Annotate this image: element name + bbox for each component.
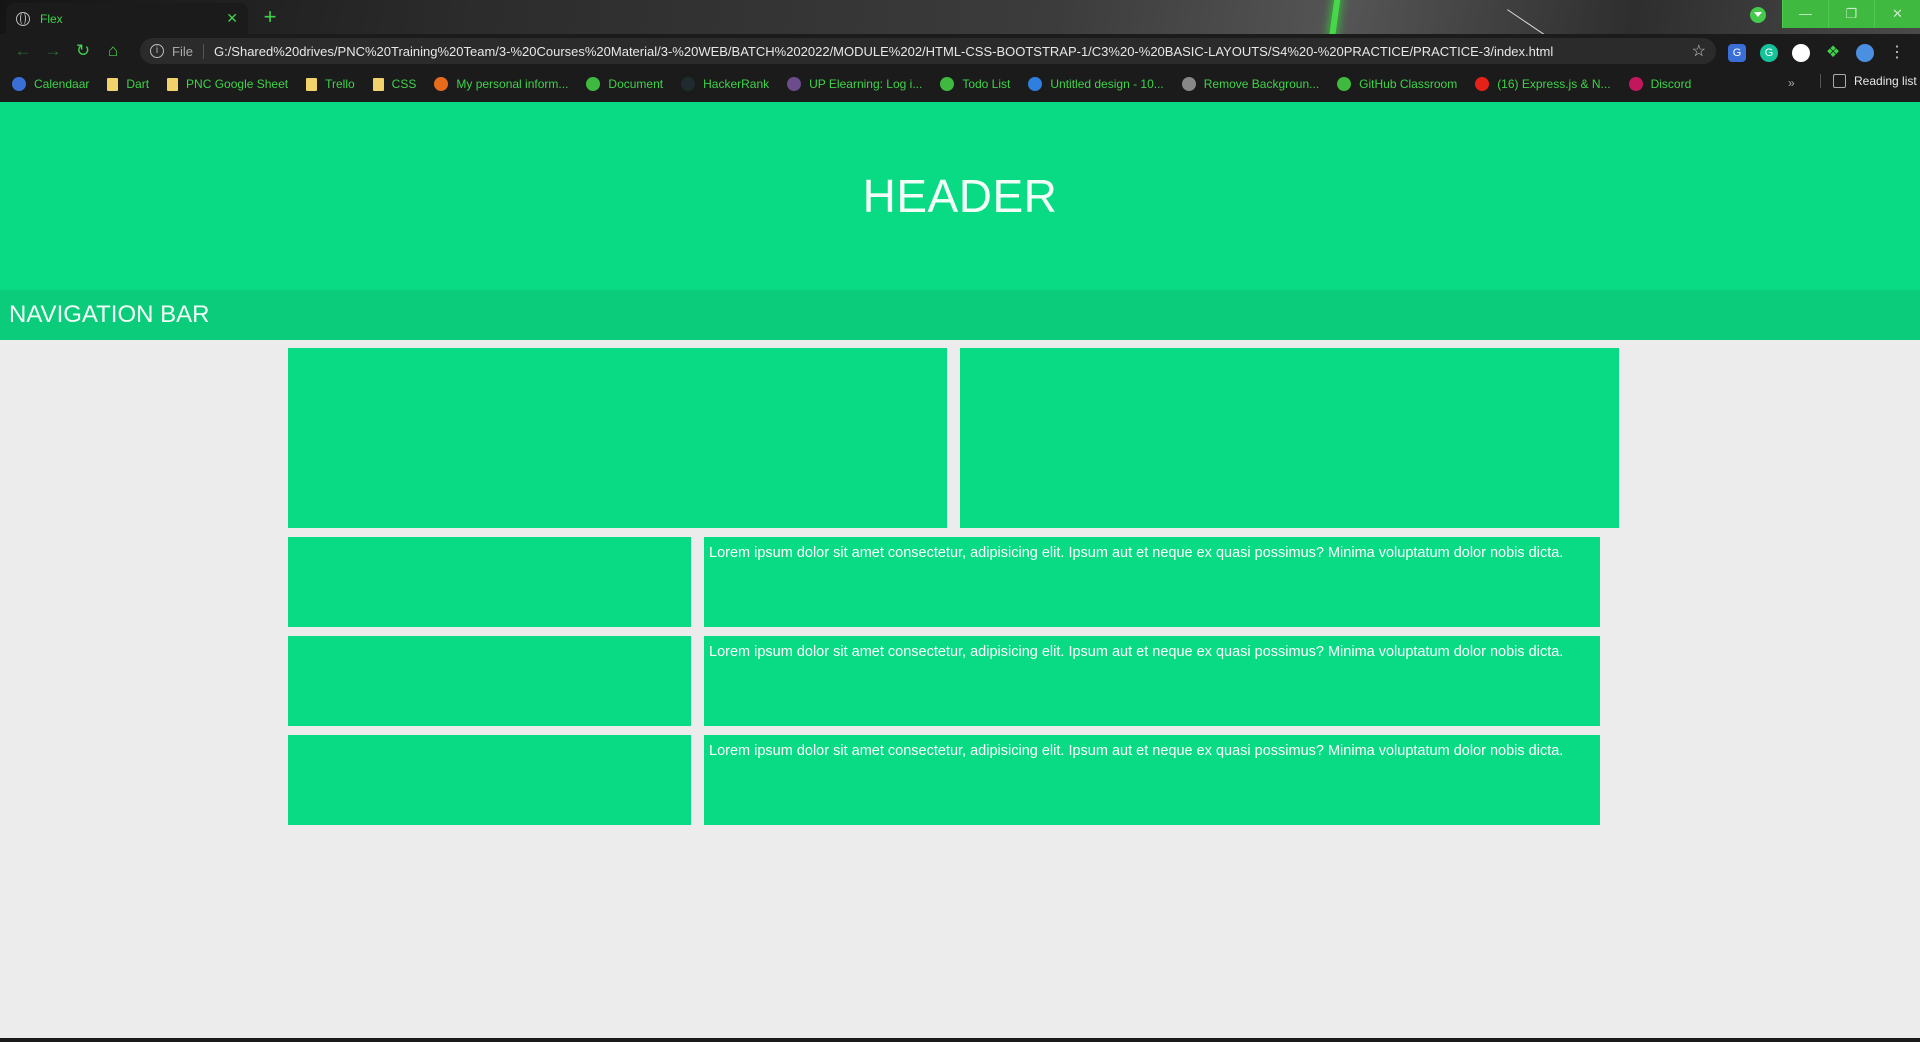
extension-circle-icon[interactable] <box>1792 44 1810 62</box>
grammarly-icon[interactable]: G <box>1760 44 1778 62</box>
bookmark-label: Remove Backgroun... <box>1203 77 1320 91</box>
row-3-left-box <box>288 735 691 825</box>
reading-list-button[interactable]: Reading list <box>1820 74 1917 88</box>
reading-list-label: Reading list <box>1854 74 1917 88</box>
bookmark-label: Calendaar <box>34 77 90 91</box>
bookmark-label: Dart <box>126 77 150 91</box>
layers-icon <box>1181 77 1196 91</box>
shield-icon <box>787 77 802 91</box>
browser-toolbar: ← → ↻ ⌂ i File G:/Shared%20drives/PNC%20… <box>0 34 1920 68</box>
bookmark-item[interactable]: Discord <box>1628 77 1692 91</box>
bookmark-label: (16) Express.js & N... <box>1497 77 1611 91</box>
bookmark-item[interactable]: (16) Express.js & N... <box>1475 77 1611 91</box>
bookmark-star-icon[interactable]: ☆ <box>1692 41 1706 61</box>
new-tab-button[interactable]: + <box>258 6 282 30</box>
folder-icon <box>306 77 318 91</box>
browser-tab[interactable]: Flex ✕ <box>6 3 248 34</box>
reload-icon[interactable]: ↻ <box>68 36 98 66</box>
close-window-button[interactable]: ✕ <box>1874 0 1920 28</box>
forward-arrow-icon[interactable]: → <box>38 36 68 66</box>
canva-icon <box>1028 77 1043 91</box>
row-2-text: Lorem ipsum dolor sit amet consectetur, … <box>709 644 1564 660</box>
bookmark-label: Trello <box>325 77 355 91</box>
folder-icon <box>167 77 179 91</box>
bookmark-item[interactable]: UP Elearning: Log i... <box>787 77 922 91</box>
folder-icon <box>107 77 119 91</box>
bookmark-item[interactable]: Document <box>586 77 663 91</box>
bookmark-item[interactable]: HackerRank <box>681 77 769 91</box>
globe-icon <box>16 11 30 26</box>
back-arrow-icon[interactable]: ← <box>8 36 38 66</box>
page-header: HEADER <box>0 102 1920 290</box>
bookmark-label: Discord <box>1650 77 1692 91</box>
bookmark-item[interactable]: Dart <box>107 77 149 91</box>
tab-title: Flex <box>40 11 63 26</box>
discord-icon <box>1628 77 1643 91</box>
info-icon[interactable]: i <box>150 44 164 58</box>
hackerrank-icon <box>681 77 696 91</box>
tab-search-icon[interactable] <box>1750 7 1766 23</box>
home-icon[interactable]: ⌂ <box>98 36 128 66</box>
row-1-left-box <box>288 537 691 627</box>
close-tab-icon[interactable]: ✕ <box>226 10 238 27</box>
firefox-icon <box>434 77 449 91</box>
header-title: HEADER <box>862 170 1058 222</box>
row-1-text-box: Lorem ipsum dolor sit amet consectetur, … <box>704 537 1600 627</box>
row-2-text-box: Lorem ipsum dolor sit amet consectetur, … <box>704 636 1600 726</box>
address-bar[interactable]: i File G:/Shared%20drives/PNC%20Training… <box>140 38 1716 64</box>
bookmark-label: Untitled design - 10... <box>1050 77 1164 91</box>
folder-icon <box>372 77 384 91</box>
nav-title: NAVIGATION BAR <box>9 301 210 328</box>
bookmark-label: HackerRank <box>703 77 770 91</box>
bookmark-item[interactable]: PNC Google Sheet <box>167 77 288 91</box>
row-3-text: Lorem ipsum dolor sit amet consectetur, … <box>709 743 1564 759</box>
menu-dots-icon[interactable]: ⋮ <box>1888 44 1906 62</box>
bookmark-item[interactable]: Untitled design - 10... <box>1028 77 1164 91</box>
bookmark-label: PNC Google Sheet <box>186 77 289 91</box>
bookmark-item[interactable]: CSS <box>372 77 417 91</box>
globe-icon <box>940 77 955 91</box>
row-1-text: Lorem ipsum dolor sit amet consectetur, … <box>709 545 1564 561</box>
window-controls: — ❐ ✕ <box>1750 0 1920 28</box>
restore-button[interactable]: ❐ <box>1828 0 1874 28</box>
bookmark-label: UP Elearning: Log i... <box>809 77 923 91</box>
avatar[interactable] <box>1856 44 1874 62</box>
bookmark-label: My personal inform... <box>456 77 569 91</box>
theme-decoration <box>1328 0 1342 34</box>
taskbar-edge <box>0 1038 1920 1042</box>
url-scheme: File <box>172 43 204 59</box>
bookmark-label: CSS <box>391 77 417 91</box>
page-content: HEADER NAVIGATION BAR Lorem ipsum dolor … <box>0 102 1920 1038</box>
reading-list-icon <box>1833 74 1846 88</box>
bookmarks-overflow-icon[interactable]: » <box>1788 76 1795 90</box>
bookmark-item[interactable]: Remove Backgroun... <box>1181 77 1320 91</box>
globe-icon <box>586 77 601 91</box>
github-icon <box>1337 77 1352 91</box>
row-2-left-box <box>288 636 691 726</box>
bookmarks-bar: Calendaar Dart PNC Google Sheet Trello CSS My… <box>0 72 1920 96</box>
row-3-text-box: Lorem ipsum dolor sit amet consectetur, … <box>704 735 1600 825</box>
tab-strip: Flex ✕ + — ❐ ✕ <box>0 0 1920 34</box>
bookmark-item[interactable]: My personal inform... <box>434 77 568 91</box>
youtube-icon <box>1475 77 1490 91</box>
navigation-bar: NAVIGATION BAR <box>0 290 1920 340</box>
calendar-icon <box>12 77 26 91</box>
puzzle-extensions-icon[interactable]: ❖ <box>1824 44 1842 62</box>
bookmark-label: GitHub Classroom <box>1359 77 1458 91</box>
bookmark-label: Todo List <box>962 77 1011 91</box>
bookmark-item[interactable]: Trello <box>306 77 355 91</box>
top-box-left <box>288 348 947 528</box>
bookmark-label: Document <box>608 77 664 91</box>
translate-icon[interactable]: G <box>1728 44 1746 62</box>
minimize-button[interactable]: — <box>1782 0 1828 28</box>
theme-decoration <box>1507 9 1574 34</box>
bookmark-item[interactable]: Calendaar <box>12 77 89 91</box>
url-text[interactable]: G:/Shared%20drives/PNC%20Training%20Team… <box>214 44 1692 59</box>
top-box-right <box>960 348 1619 528</box>
browser-chrome: Flex ✕ + — ❐ ✕ ← → ↻ ⌂ i File G:/Shared%… <box>0 0 1920 102</box>
bookmark-item[interactable]: GitHub Classroom <box>1337 77 1457 91</box>
bookmark-item[interactable]: Todo List <box>940 77 1010 91</box>
